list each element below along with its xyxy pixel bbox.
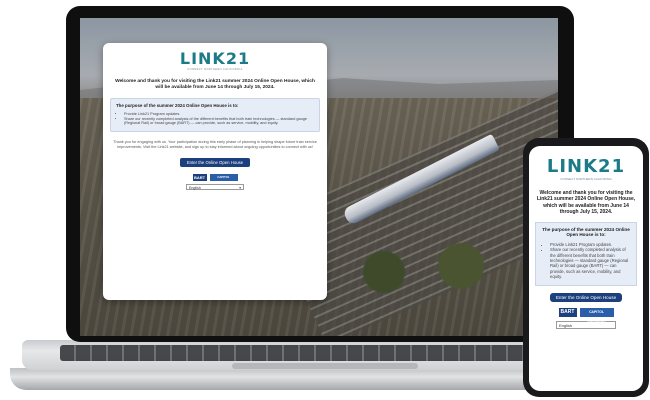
purpose-box: The purpose of the summer 2024 Online Op… — [110, 98, 320, 133]
welcome-message: Welcome and thank you for visiting the L… — [115, 79, 315, 91]
partner-logos: BART CAPITOL CORRIDOR — [103, 174, 327, 186]
logo-wordmark: LINK21 — [179, 49, 251, 68]
purpose-title: The purpose of the summer 2024 Online Op… — [116, 103, 239, 109]
logo-wordmark: LINK21 — [546, 156, 626, 177]
purpose-box: The purpose of the summer 2024 Online Op… — [535, 221, 637, 286]
logo-tagline: CONNECT NORTHERN CALIFORNIA — [560, 177, 612, 181]
enter-open-house-button[interactable]: Enter the Online Open House — [549, 292, 623, 302]
laptop-keyboard — [60, 345, 590, 361]
bart-logo: BART — [192, 174, 207, 182]
language-select-value: English — [189, 186, 201, 191]
laptop-trackpad — [232, 363, 418, 369]
partner-logos: BART CAPITOL CORRIDOR — [529, 307, 643, 323]
phone-screen: LINK21 CONNECT NORTHERN CALIFORNIA Welco… — [529, 146, 643, 391]
language-select[interactable]: English — [556, 320, 616, 329]
welcome-modal: LINK21 CONNECT NORTHERN CALIFORNIA Welco… — [103, 43, 327, 300]
purpose-list: Provide Link21 Program updates. Share ou… — [540, 242, 632, 280]
capitol-corridor-logo: CAPITOL CORRIDOR — [209, 174, 238, 186]
link21-logo: LINK21 CONNECT NORTHERN CALIFORNIA — [529, 156, 643, 182]
chevron-down-icon: ▾ — [239, 186, 241, 191]
enter-open-house-button[interactable]: Enter the Online Open House — [179, 158, 251, 168]
link21-logo: LINK21 CONNECT NORTHERN CALIFORNIA — [103, 49, 327, 72]
thank-you-text: Thank you for engaging with us. Your par… — [113, 140, 317, 150]
capitol-corridor-logo: CAPITOL CORRIDOR — [579, 307, 614, 323]
logo-tagline: CONNECT NORTHERN CALIFORNIA — [187, 68, 243, 71]
welcome-message: Welcome and thank you for visiting the L… — [536, 190, 636, 216]
language-select[interactable]: English ▾ — [186, 184, 244, 191]
bart-logo: BART — [558, 307, 577, 317]
background-trees — [318, 242, 538, 302]
purpose-item: Share our recently completed analysis of… — [124, 117, 314, 127]
purpose-title: The purpose of the summer 2024 Online Op… — [542, 226, 630, 238]
purpose-list: Provide Link21 Program updates. Share ou… — [116, 112, 314, 126]
purpose-item: Share our recently completed analysis of… — [550, 247, 632, 279]
